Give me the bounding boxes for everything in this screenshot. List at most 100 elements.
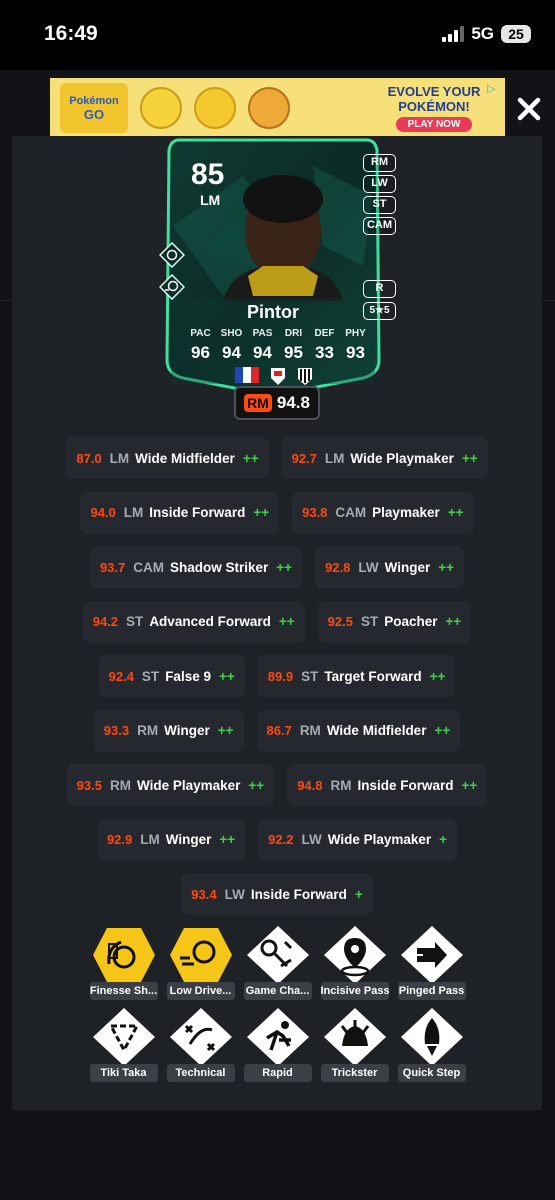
role-row: 93.3 RM Winger ++ 86.7 RM Wide Midfielder ++ [12, 709, 542, 752]
role-position: CAM [335, 505, 367, 520]
role-name: Wide Playmaker [327, 832, 432, 847]
role-pill[interactable]: 94.2 ST Advanced Forward ++ [82, 600, 305, 643]
playstyle-item[interactable]: Game Cha... [243, 924, 312, 1000]
close-icon [517, 97, 541, 121]
pinged-pass-icon [400, 926, 463, 984]
role-rating: 89.9 [267, 668, 294, 684]
role-pill[interactable]: 94.8 RM Inside Forward ++ [287, 764, 488, 806]
playstyle-item[interactable]: Quick Step [397, 1006, 466, 1082]
role-pill[interactable]: 92.9 LM Winger ++ [96, 818, 246, 861]
playstyle-label: Pinged Pass [397, 982, 466, 1000]
role-name: Target Forward [324, 668, 422, 684]
alt-positions: RM LW ST CAM [363, 154, 396, 235]
rapid-icon [246, 1008, 309, 1066]
role-familiarity: ++ [242, 450, 259, 466]
role-pill[interactable]: 92.7 LM Wide Playmaker ++ [281, 437, 488, 479]
trickster-icon [323, 1008, 386, 1066]
role-position: RM [137, 723, 159, 738]
playstyle-item[interactable]: Finesse Sh... [89, 924, 158, 1000]
role-rating: 94.0 [90, 505, 116, 520]
stat-value: 94 [253, 343, 272, 362]
quick-step-icon [400, 1008, 463, 1066]
role-rating: 93.5 [76, 777, 102, 793]
role-name: Inside Forward [149, 505, 246, 520]
role-position: RM [109, 777, 131, 793]
role-pill[interactable]: 87.0 LM Wide Midfielder ++ [66, 437, 269, 479]
playstyle-item[interactable]: Low Drive... [166, 924, 235, 1000]
stat-labels: PAC SHO PAS DRI DEF PHY [185, 328, 371, 339]
finesse-shot-plus-icon [159, 242, 185, 268]
playstyle-item[interactable]: Rapid [243, 1006, 312, 1082]
stat-value: 94 [222, 343, 241, 362]
low-driven-shot-plus-icon [159, 274, 185, 300]
role-row: 94.0 LM Inside Forward ++ 93.8 CAM Playmaker ++ [12, 491, 542, 534]
ad-pokemon-image [194, 87, 236, 129]
role-row: 93.7 CAM Shadow Striker ++ 92.8 LW Winger ++ [12, 546, 542, 588]
role-rating: 92.8 [325, 559, 351, 575]
best-role-value: 94.8 [276, 393, 310, 412]
role-pill[interactable]: 89.9 ST Target Forward ++ [257, 655, 456, 697]
ad-headline: EVOLVE YOUR POKÉMON! [387, 84, 481, 114]
role-familiarity: ++ [276, 559, 293, 575]
stat-value: 93 [346, 343, 365, 362]
alt-position-badge: CAM [363, 217, 396, 235]
role-name: Winger [384, 559, 431, 575]
role-rating: 93.3 [103, 723, 130, 738]
ad-info-icon[interactable]: ▷ [487, 82, 499, 95]
stat-value: 95 [284, 343, 303, 362]
role-position: LW [358, 559, 379, 575]
role-name: Wide Midfielder [135, 450, 235, 466]
role-row: 92.4 ST False 9 ++ 89.9 ST Target Forward ++ [12, 655, 542, 697]
role-position: LW [301, 832, 322, 847]
stat-values: 96 94 94 95 33 93 [185, 343, 371, 363]
role-name: Advanced Forward [149, 614, 271, 629]
playstyle-item[interactable]: Incisive Pass [320, 924, 389, 1000]
role-name: Winger [165, 832, 212, 847]
role-pill[interactable]: 93.7 CAM Shadow Striker ++ [89, 546, 303, 588]
role-name: Inside Forward [250, 886, 347, 902]
playstyle-item[interactable]: Trickster [320, 1006, 389, 1082]
status-bar: 16:49 5G 25 [0, 0, 555, 70]
role-rating: 86.7 [266, 723, 292, 738]
role-rating: 93.4 [191, 886, 217, 902]
role-pill[interactable]: 92.8 LW Winger ++ [315, 546, 465, 588]
playstyle-item[interactable]: Pinged Pass [397, 924, 466, 1000]
role-pill[interactable]: 86.7 RM Wide Midfielder ++ [256, 709, 461, 752]
role-pill[interactable]: 93.5 RM Wide Playmaker ++ [66, 764, 275, 806]
role-familiarity: ++ [447, 505, 464, 520]
ad-pokemon-image [248, 87, 290, 129]
role-rating: 92.5 [327, 614, 353, 629]
playstyle-label: Incisive Pass [320, 982, 389, 1000]
playstyle-item[interactable]: Technical [166, 1006, 235, 1082]
role-position: ST [141, 668, 160, 684]
stat-label: PAS [252, 328, 273, 339]
signal-icon [442, 26, 465, 42]
role-pill[interactable]: 92.4 ST False 9 ++ [98, 655, 245, 697]
role-rating: 87.0 [76, 450, 102, 466]
ad-banner[interactable]: Pokémon GO EVOLVE YOUR POKÉMON! PLAY NOW… [50, 78, 505, 138]
ad-logo-line1: Pokémon [69, 94, 119, 107]
playstyle-label: Rapid [243, 1064, 312, 1082]
role-rating: 93.8 [302, 505, 328, 520]
role-pill[interactable]: 93.4 LW Inside Forward + [181, 873, 373, 915]
role-pill[interactable]: 92.5 ST Poacher ++ [317, 600, 472, 643]
nation-flag-icon [235, 367, 259, 383]
role-rating: 94.8 [297, 777, 323, 793]
close-button[interactable] [512, 92, 546, 126]
playstyle-item[interactable]: Tiki Taka [89, 1006, 158, 1082]
alt-position-badge: RM [363, 154, 396, 172]
role-familiarity: ++ [461, 450, 478, 466]
ad-cta-button[interactable]: PLAY NOW [395, 117, 473, 132]
role-rating: 93.7 [99, 559, 126, 575]
role-position: ST [360, 614, 379, 629]
card-player-name: Pintor [247, 302, 299, 322]
role-pill[interactable]: 93.8 CAM Playmaker ++ [292, 491, 474, 534]
playstyles-row: Tiki Taka Technical Rapid Trickster Quick St… [0, 1006, 555, 1082]
role-familiarity: ++ [438, 559, 455, 575]
role-pill[interactable]: 94.0 LM Inside Forward ++ [80, 491, 280, 534]
role-pill[interactable]: 93.3 RM Winger ++ [93, 709, 244, 752]
role-rating: 92.4 [108, 668, 134, 684]
stat-label: DEF [314, 328, 335, 339]
role-pill[interactable]: 92.2 LW Wide Playmaker + [258, 818, 458, 861]
role-row: 93.4 LW Inside Forward + [12, 873, 542, 915]
